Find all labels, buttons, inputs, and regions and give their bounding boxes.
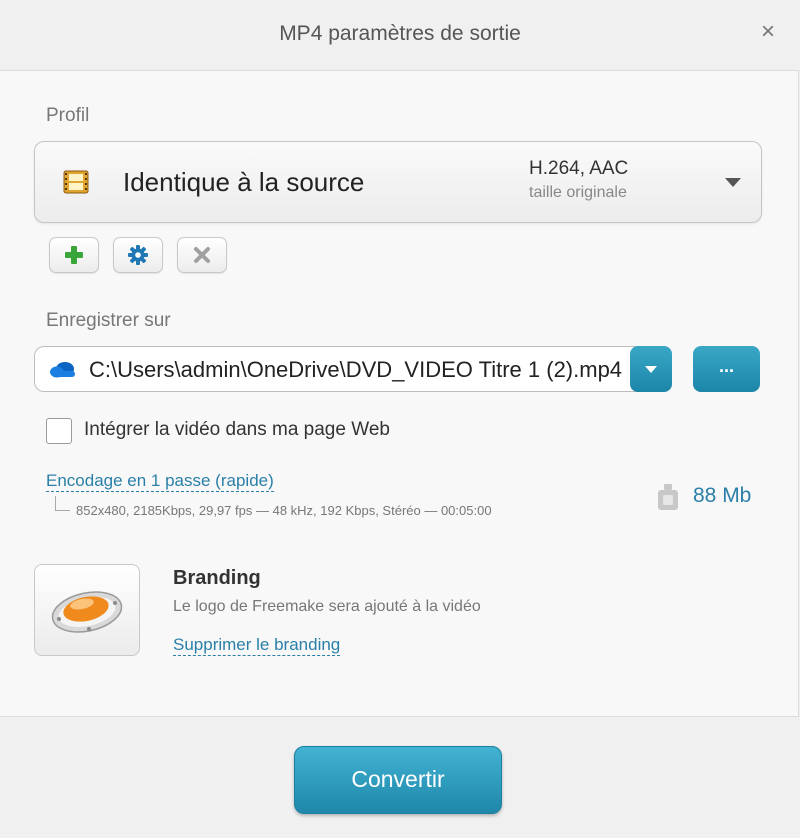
- settings-panel: Profil Identique à la source H.264, AAC …: [0, 70, 799, 717]
- film-icon: [63, 170, 89, 194]
- encoding-mode-link[interactable]: Encodage en 1 passe (rapide): [46, 471, 274, 492]
- onedrive-cloud-icon: [50, 362, 75, 378]
- profile-codec: H.264, AAC: [529, 158, 629, 179]
- title-bar: MP4 paramètres de sortie ×: [0, 0, 800, 70]
- gear-icon: [128, 245, 148, 265]
- freemake-logo-icon: [51, 591, 123, 633]
- remove-branding-link[interactable]: Supprimer le branding: [173, 635, 341, 656]
- add-profile-button[interactable]: [49, 237, 99, 273]
- output-path-text: C:\Users\admin\OneDrive\DVD_VIDEO Titre …: [89, 357, 623, 382]
- convert-button[interactable]: Convertir: [294, 746, 502, 814]
- file-size-value: 88 Mb: [693, 484, 752, 507]
- plus-icon: [65, 246, 83, 264]
- edit-profile-button[interactable]: [113, 237, 163, 273]
- x-icon: [194, 247, 210, 263]
- chevron-down-icon: [645, 366, 657, 373]
- branding-description: Le logo de Freemake sera ajouté à la vid…: [173, 598, 481, 615]
- save-section-label: Enregistrer sur: [46, 310, 171, 331]
- encoding-details: 852x480, 2185Kbps, 29,97 fps — 48 kHz, 1…: [76, 503, 492, 518]
- delete-profile-button[interactable]: [177, 237, 227, 273]
- branding-title: Branding: [173, 567, 261, 589]
- profile-section-label: Profil: [46, 105, 90, 126]
- output-path-field[interactable]: C:\Users\admin\OneDrive\DVD_VIDEO Titre …: [34, 346, 640, 392]
- embed-checkbox-label: Intégrer la vidéo dans ma page Web: [84, 419, 390, 440]
- embed-checkbox[interactable]: [46, 418, 72, 444]
- close-icon[interactable]: ×: [756, 20, 780, 44]
- chevron-down-icon: [725, 178, 741, 187]
- browse-button[interactable]: ...: [693, 346, 760, 392]
- profile-name: Identique à la source: [123, 167, 365, 197]
- path-history-dropdown[interactable]: [630, 346, 672, 392]
- window-title: MP4 paramètres de sortie: [279, 22, 521, 45]
- profile-size-note: taille originale: [529, 184, 627, 201]
- profile-dropdown[interactable]: Identique à la source H.264, AAC taille …: [34, 141, 762, 223]
- tree-connector: [55, 496, 70, 511]
- file-size-icon: [658, 484, 678, 510]
- branding-logo-tile: [34, 564, 140, 656]
